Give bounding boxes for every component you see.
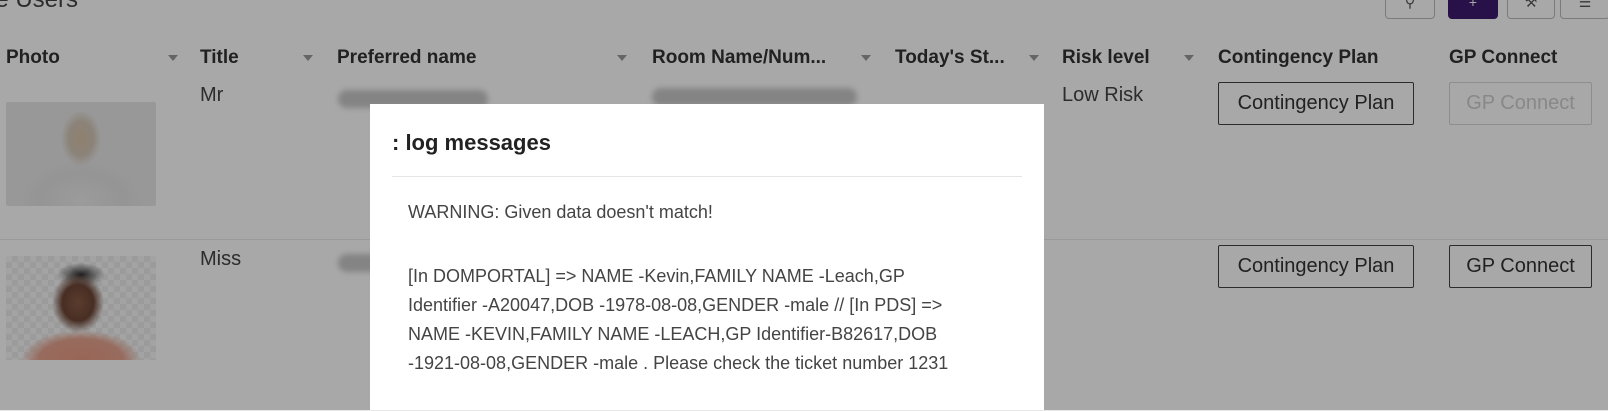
log-messages-dialog: : log messages WARNING: Given data doesn… [370,104,1044,410]
log-message-body: [In DOMPORTAL] => NAME -Kevin,FAMILY NAM… [408,262,1012,378]
log-line: Identifier -A20047,DOB -1978-08-08,GENDE… [408,295,943,315]
warning-message: WARNING: Given data doesn't match! [408,202,713,222]
log-line: [In DOMPORTAL] => NAME -Kevin,FAMILY NAM… [408,266,905,286]
log-line: -1921-08-08,GENDER -male . Please check … [408,353,949,373]
dialog-title: : log messages [392,130,551,155]
log-line: NAME -KEVIN,FAMILY NAME -LEACH,GP Identi… [408,324,938,344]
dialog-divider [392,176,1022,177]
